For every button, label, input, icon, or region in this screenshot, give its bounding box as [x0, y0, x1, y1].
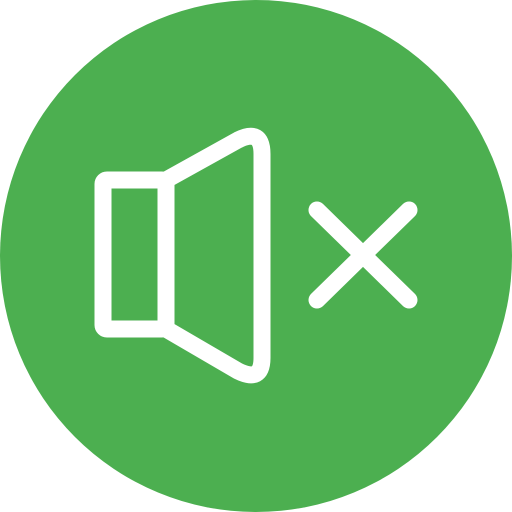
icon-canvas — [0, 0, 512, 512]
speaker-muted-icon — [0, 0, 512, 512]
mute-toggle-button[interactable] — [0, 0, 512, 512]
